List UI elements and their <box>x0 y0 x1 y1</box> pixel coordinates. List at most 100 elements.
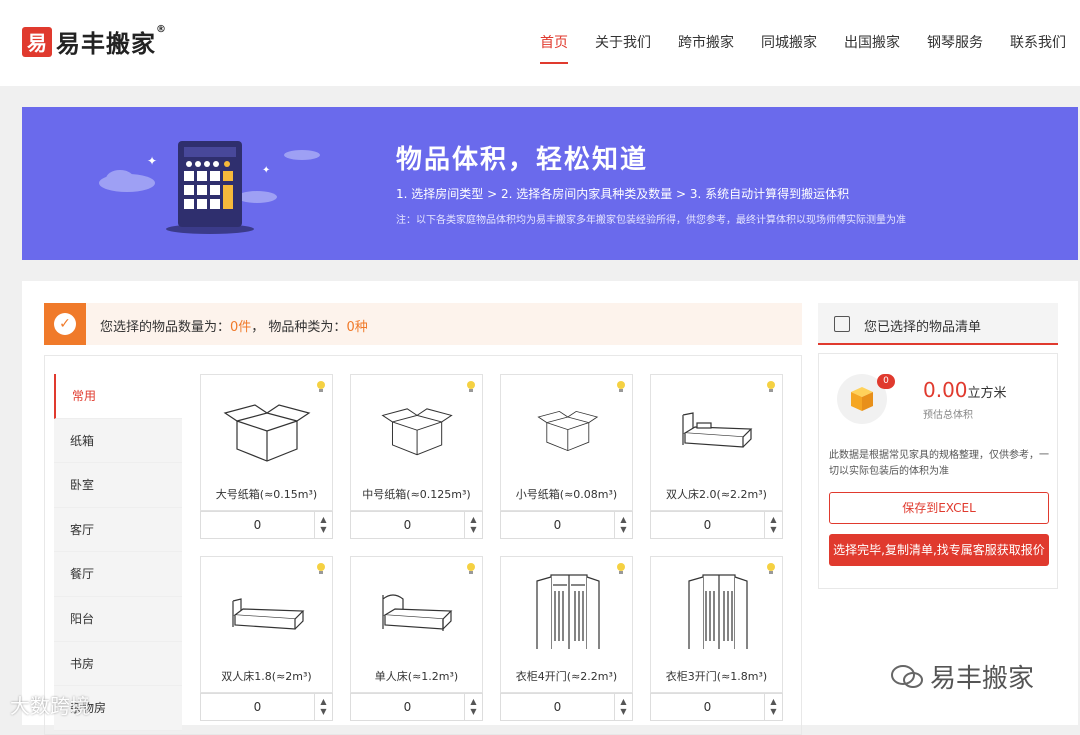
nav-intercity[interactable]: 跨市搬家 <box>678 30 734 64</box>
watermark-right: 易丰搬家 <box>890 658 1034 695</box>
category-common[interactable]: 常用 <box>54 374 182 419</box>
increment-icon[interactable]: ▲ <box>320 515 326 525</box>
banner-note: 注：以下各类家庭物品体积均为易丰搬家多年搬家包装经验所得，供您参考，最终计算体积… <box>396 215 906 226</box>
increment-icon[interactable]: ▲ <box>320 697 326 707</box>
item-name: 大号纸箱(≈0.15m³) <box>200 478 333 511</box>
decrement-icon[interactable]: ▼ <box>470 525 476 535</box>
quantity-stepper[interactable]: 0 ▲ ▼ <box>350 693 483 721</box>
lightbulb-icon[interactable] <box>316 561 326 580</box>
summary-count-label: 您选择的物品数量为： <box>100 320 231 335</box>
quantity-stepper[interactable]: 0 ▲ ▼ <box>350 511 483 539</box>
lightbulb-icon[interactable] <box>616 561 626 580</box>
item-name: 小号纸箱(≈0.08m³) <box>500 478 633 511</box>
category-balcony[interactable]: 阳台 <box>54 596 182 642</box>
increment-icon[interactable]: ▲ <box>620 697 626 707</box>
quantity-input[interactable]: 0 <box>651 512 764 538</box>
bed-icon <box>382 594 453 631</box>
wechat-icon <box>891 664 923 688</box>
category-boxes[interactable]: 纸箱 <box>54 418 182 464</box>
item-card[interactable]: 大号纸箱(≈0.15m³) 0 ▲ ▼ <box>200 374 333 539</box>
lightbulb-icon[interactable] <box>466 561 476 580</box>
quantity-input[interactable]: 0 <box>201 512 314 538</box>
decrement-icon[interactable]: ▼ <box>770 525 776 535</box>
quantity-stepper[interactable]: 0 ▲ ▼ <box>500 693 633 721</box>
banner-title: 物品体积，轻松知道 <box>396 145 649 175</box>
quantity-stepper[interactable]: 0 ▲ ▼ <box>500 511 633 539</box>
increment-icon[interactable]: ▲ <box>470 697 476 707</box>
calculator-illustration: ✦ ✦ <box>99 141 320 234</box>
box-icon <box>223 404 311 462</box>
item-name: 中号纸箱(≈0.125m³) <box>350 478 483 511</box>
banner-steps: 1. 选择房间类型 > 2. 选择各房间内家具种类及数量 > 3. 系统自动计算… <box>396 187 850 201</box>
quantity-input[interactable]: 0 <box>351 694 464 720</box>
nav-home[interactable]: 首页 <box>540 30 568 64</box>
volume-unit: 立方米 <box>967 386 1007 401</box>
quantity-input[interactable]: 0 <box>651 694 764 720</box>
item-card[interactable]: 衣柜4开门(≈2.2m³) 0 ▲ ▼ <box>500 556 633 721</box>
selection-summary: ✓ 您选择的物品数量为：0件， 物品种类为：0种 <box>44 303 802 345</box>
count-badge: 0 <box>877 374 895 389</box>
quantity-stepper[interactable]: 0 ▲ ▼ <box>200 693 333 721</box>
item-name: 双人床1.8(≈2m³) <box>200 660 333 693</box>
nav-piano[interactable]: 钢琴服务 <box>927 30 983 64</box>
get-quote-button[interactable]: 选择完毕,复制清单,找专属客服获取报价 <box>829 534 1049 566</box>
item-card[interactable]: 中号纸箱(≈0.125m³) 0 ▲ ▼ <box>350 374 483 539</box>
watermark-left: 大数跨境 <box>10 690 90 719</box>
decrement-icon[interactable]: ▼ <box>320 707 326 717</box>
item-card[interactable]: 双人床2.0(≈2.2m³) 0 ▲ ▼ <box>650 374 783 539</box>
wardrobe-icon <box>688 574 748 649</box>
lightbulb-icon[interactable] <box>616 379 626 398</box>
decrement-icon[interactable]: ▼ <box>620 525 626 535</box>
decrement-icon[interactable]: ▼ <box>770 707 776 717</box>
box-icon <box>381 408 453 456</box>
lightbulb-icon[interactable] <box>316 379 326 398</box>
increment-icon[interactable]: ▲ <box>770 697 776 707</box>
site-header: 易 易丰搬家® 首页 关于我们 跨市搬家 同城搬家 出国搬家 钢琴服务 联系我们 <box>0 0 1080 86</box>
disclaimer-text: 此数据是根据常见家具的规格整理，仅供参考，一切以实际包装后的体积为准 <box>829 450 1049 477</box>
brand-name: 易丰搬家 <box>56 30 156 58</box>
selected-list-title: 您已选择的物品清单 <box>864 320 982 335</box>
quantity-input[interactable]: 0 <box>501 512 614 538</box>
category-study[interactable]: 书房 <box>54 641 182 687</box>
total-volume: 0.00 <box>923 378 968 402</box>
item-card[interactable]: 单人床(≈1.2m³) 0 ▲ ▼ <box>350 556 483 721</box>
hero-banner: ✦ ✦ 物品体积，轻松知道 1. 选择房间类型 > 2. 选择各房间内家具种类及… <box>22 107 1078 260</box>
nav-contact[interactable]: 联系我们 <box>1010 30 1066 64</box>
increment-icon[interactable]: ▲ <box>770 515 776 525</box>
decrement-icon[interactable]: ▼ <box>320 525 326 535</box>
registered-mark: ® <box>156 24 167 35</box>
category-living-room[interactable]: 客厅 <box>54 507 182 553</box>
nav-local[interactable]: 同城搬家 <box>761 30 817 64</box>
summary-kinds-label: ， 物品种类为： <box>251 320 347 335</box>
item-name: 单人床(≈1.2m³) <box>350 660 483 693</box>
increment-icon[interactable]: ▲ <box>470 515 476 525</box>
decrement-icon[interactable]: ▼ <box>470 707 476 717</box>
category-dining-room[interactable]: 餐厅 <box>54 552 182 597</box>
item-card[interactable]: 衣柜3开门(≈1.8m³) 0 ▲ ▼ <box>650 556 783 721</box>
quantity-input[interactable]: 0 <box>201 694 314 720</box>
increment-icon[interactable]: ▲ <box>620 515 626 525</box>
svg-text:✦: ✦ <box>147 154 157 168</box>
main-nav: 首页 关于我们 跨市搬家 同城搬家 出国搬家 钢琴服务 联系我们 <box>513 30 1066 64</box>
item-card[interactable]: 小号纸箱(≈0.08m³) 0 ▲ ▼ <box>500 374 633 539</box>
decrement-icon[interactable]: ▼ <box>620 707 626 717</box>
lightbulb-icon[interactable] <box>766 379 776 398</box>
nav-about[interactable]: 关于我们 <box>595 30 651 64</box>
lightbulb-icon[interactable] <box>466 379 476 398</box>
save-excel-button[interactable]: 保存到EXCEL <box>829 492 1049 524</box>
wardrobe-icon <box>536 574 600 649</box>
item-card[interactable]: 双人床1.8(≈2m³) 0 ▲ ▼ <box>200 556 333 721</box>
lightbulb-icon[interactable] <box>766 561 776 580</box>
quantity-input[interactable]: 0 <box>501 694 614 720</box>
box-icon <box>537 410 599 452</box>
brand-logo[interactable]: 易 易丰搬家® <box>22 24 167 59</box>
quantity-input[interactable]: 0 <box>351 512 464 538</box>
category-bedroom[interactable]: 卧室 <box>54 463 182 508</box>
quantity-stepper[interactable]: 0 ▲ ▼ <box>650 511 783 539</box>
nav-overseas[interactable]: 出国搬家 <box>844 30 900 64</box>
selected-list-header: 您已选择的物品清单 <box>818 303 1058 345</box>
kind-count: 0种 <box>346 320 368 335</box>
quantity-stepper[interactable]: 0 ▲ ▼ <box>200 511 333 539</box>
category-area: 常用 纸箱 卧室 客厅 餐厅 阳台 书房 杂物房 大号纸箱(≈0.15m³) 0… <box>44 355 802 735</box>
quantity-stepper[interactable]: 0 ▲ ▼ <box>650 693 783 721</box>
